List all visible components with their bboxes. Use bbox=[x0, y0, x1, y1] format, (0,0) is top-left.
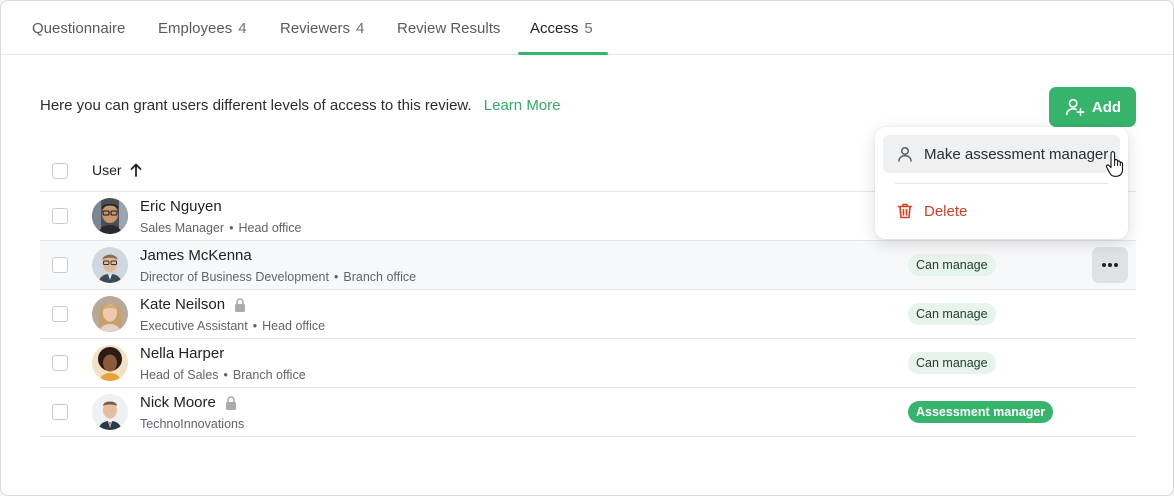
intro-text: Here you can grant users different level… bbox=[40, 97, 561, 114]
tab-review-results[interactable]: Review Results bbox=[397, 1, 500, 55]
tab-access[interactable]: Access 5 bbox=[530, 1, 593, 55]
user-name: James McKenna bbox=[140, 247, 252, 264]
avatar bbox=[92, 198, 128, 234]
select-all-checkbox[interactable] bbox=[52, 163, 68, 179]
row-checkbox[interactable] bbox=[52, 306, 68, 322]
user-subtitle: TechnoInnovations bbox=[140, 417, 245, 431]
tab-count: 4 bbox=[238, 20, 247, 37]
tab-count: 4 bbox=[356, 20, 365, 37]
table-row[interactable]: Nella Harper Head of Sales • Branch office… bbox=[40, 339, 1136, 387]
user-name: Nick Moore bbox=[140, 394, 237, 411]
role-badge: Assessment manager bbox=[908, 401, 1054, 423]
role-badge: Can manage bbox=[908, 352, 996, 374]
row-checkbox[interactable] bbox=[52, 208, 68, 224]
role-badge: Can manage bbox=[908, 303, 996, 325]
user-name: Nella Harper bbox=[140, 345, 225, 362]
lock-icon bbox=[235, 297, 246, 312]
tab-label: Review Results bbox=[397, 20, 501, 37]
role-badge: Can manage bbox=[908, 254, 996, 276]
tab-label: Employees bbox=[158, 20, 233, 37]
tab-label: Questionnaire bbox=[32, 20, 126, 37]
tab-count: 5 bbox=[584, 20, 593, 37]
avatar bbox=[92, 296, 128, 332]
table-row[interactable]: Kate Neilson Executive Assistant • Head of… bbox=[40, 290, 1136, 338]
sort-arrow-up-icon bbox=[130, 163, 141, 177]
user-subtitle: Executive Assistant • Head office bbox=[140, 319, 326, 333]
tab-employees[interactable]: Employees 4 bbox=[158, 1, 247, 55]
row-actions-menu: Make assessment manager Delete bbox=[875, 127, 1128, 239]
tab-reviewers[interactable]: Reviewers 4 bbox=[280, 1, 364, 55]
user-column-label: User bbox=[92, 162, 122, 178]
menu-divider bbox=[895, 183, 1108, 184]
user-column-header[interactable]: User bbox=[92, 162, 142, 178]
hand-pointer-icon bbox=[1105, 151, 1124, 177]
row-checkbox[interactable] bbox=[52, 257, 68, 273]
delete-item[interactable]: Delete bbox=[883, 192, 1120, 230]
user-subtitle: Sales Manager • Head office bbox=[140, 221, 302, 235]
add-user-icon bbox=[1065, 98, 1085, 117]
tab-label: Reviewers bbox=[280, 20, 351, 37]
access-panel: Questionnaire Employees 4 Reviewers 4 Revi… bbox=[0, 0, 1174, 496]
trash-icon bbox=[897, 203, 913, 219]
avatar bbox=[92, 247, 128, 283]
user-icon bbox=[898, 146, 912, 162]
tab-questionnaire[interactable]: Questionnaire bbox=[32, 1, 125, 55]
add-button[interactable]: Add bbox=[1049, 87, 1136, 127]
table-row[interactable]: James McKenna Director of Business Devel… bbox=[40, 241, 1136, 289]
avatar bbox=[92, 345, 128, 381]
row-checkbox[interactable] bbox=[52, 355, 68, 371]
intro-description: Here you can grant users different level… bbox=[40, 97, 472, 114]
tab-label: Access bbox=[530, 20, 579, 37]
learn-more-link[interactable]: Learn More bbox=[484, 97, 561, 114]
row-checkbox[interactable] bbox=[52, 404, 68, 420]
avatar bbox=[92, 394, 128, 430]
user-name: Kate Neilson bbox=[140, 296, 246, 313]
add-button-label: Add bbox=[1091, 98, 1122, 116]
more-horizontal-icon bbox=[1102, 263, 1118, 267]
make-assessment-manager-item[interactable]: Make assessment manager bbox=[883, 135, 1120, 173]
user-subtitle: Director of Business Development • Branch … bbox=[140, 270, 417, 284]
more-options-button[interactable] bbox=[1092, 247, 1128, 283]
menu-item-label: Make assessment manager bbox=[924, 145, 1109, 163]
tab-bar: Questionnaire Employees 4 Reviewers 4 Revi… bbox=[1, 1, 1173, 55]
lock-icon bbox=[225, 395, 236, 410]
user-name: Eric Nguyen bbox=[140, 198, 222, 215]
user-subtitle: Head of Sales • Branch office bbox=[140, 368, 306, 382]
table-divider bbox=[40, 436, 1136, 437]
table-row[interactable]: Nick Moore TechnoInnovations Assessment … bbox=[40, 388, 1136, 436]
active-tab-indicator bbox=[518, 52, 608, 55]
menu-item-label: Delete bbox=[924, 202, 968, 220]
